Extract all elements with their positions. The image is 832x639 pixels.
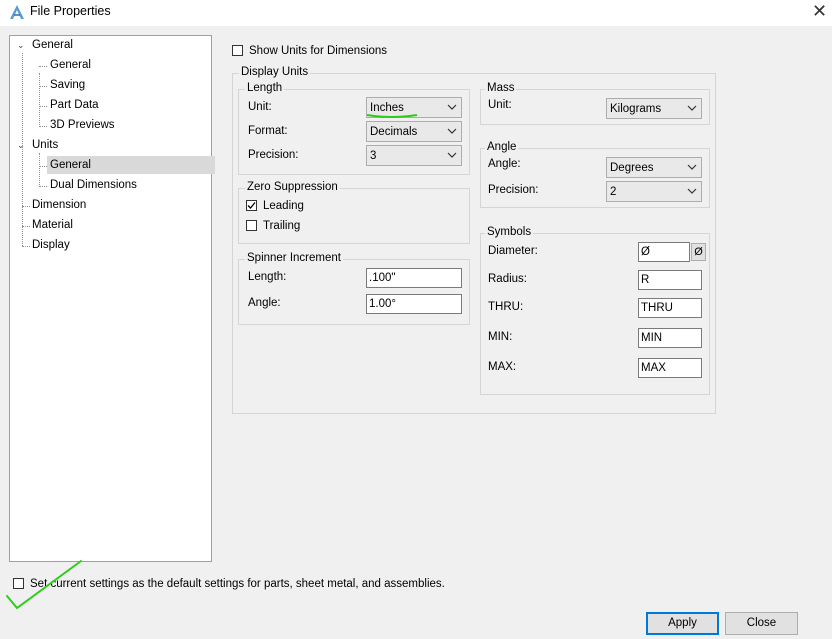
symbols-title: Symbols bbox=[485, 226, 534, 239]
angle-precision-dropdown[interactable]: 2 bbox=[606, 181, 702, 202]
tree-item-general[interactable]: General bbox=[32, 36, 73, 54]
tree-item-saving[interactable]: Saving bbox=[50, 76, 85, 94]
radius-input[interactable]: R bbox=[638, 270, 702, 290]
trailing-checkbox[interactable] bbox=[246, 220, 257, 231]
tree-item-general-general[interactable]: General bbox=[50, 56, 91, 74]
chevron-down-icon bbox=[687, 164, 697, 170]
settings-tree[interactable]: ⌄ General General Saving Part Data 3D Pr… bbox=[9, 35, 215, 562]
tree-item-display[interactable]: Display bbox=[32, 236, 70, 254]
chevron-down-icon bbox=[687, 105, 697, 111]
tree-connector bbox=[22, 226, 30, 227]
spinner-increment-title: Spinner Increment bbox=[245, 252, 343, 265]
radius-label: Radius: bbox=[488, 273, 527, 285]
angle-title: Angle bbox=[485, 141, 519, 154]
length-unit-label: Unit: bbox=[248, 101, 272, 113]
mass-title: Mass bbox=[485, 82, 517, 95]
tree-connector bbox=[39, 66, 47, 67]
leading-label: Leading bbox=[263, 200, 304, 212]
tree-connector bbox=[39, 106, 47, 107]
spinner-length-label: Length: bbox=[248, 271, 287, 283]
length-precision-value: 3 bbox=[370, 150, 377, 162]
length-precision-label: Precision: bbox=[248, 149, 299, 161]
tree-connector bbox=[22, 206, 30, 207]
zero-suppression-title: Zero Suppression bbox=[245, 181, 340, 194]
tree-connector bbox=[39, 126, 47, 127]
max-label: MAX: bbox=[488, 361, 517, 373]
tree-connector bbox=[39, 166, 47, 167]
show-units-checkbox[interactable] bbox=[232, 45, 243, 56]
tree-connector bbox=[22, 246, 30, 247]
angle-unit-dropdown[interactable]: Degrees bbox=[606, 157, 702, 178]
checkmark-icon bbox=[247, 202, 256, 209]
trailing-label: Trailing bbox=[263, 220, 301, 232]
max-input[interactable]: MAX bbox=[638, 358, 702, 378]
min-input[interactable]: MIN bbox=[638, 328, 702, 348]
green-underline-annotation bbox=[366, 114, 418, 118]
mass-unit-dropdown[interactable]: Kilograms bbox=[606, 98, 702, 119]
chevron-down-icon bbox=[447, 152, 457, 158]
close-button[interactable]: Close bbox=[725, 612, 798, 635]
tree-item-units[interactable]: Units bbox=[32, 136, 58, 154]
chevron-down-icon bbox=[447, 104, 457, 110]
angle-label: Angle: bbox=[488, 158, 521, 170]
tree-item-dimension[interactable]: Dimension bbox=[32, 196, 86, 214]
mass-unit-value: Kilograms bbox=[610, 103, 662, 115]
min-label: MIN: bbox=[488, 331, 513, 343]
apply-button[interactable]: Apply bbox=[646, 612, 719, 635]
default-settings-label: Set current settings as the default sett… bbox=[30, 578, 445, 590]
thru-input[interactable]: THRU bbox=[638, 298, 702, 318]
diameter-label: Diameter: bbox=[488, 245, 538, 257]
length-title: Length bbox=[245, 82, 285, 95]
chevron-down-icon bbox=[687, 188, 697, 194]
tree-item-part-data[interactable]: Part Data bbox=[50, 96, 99, 114]
title-bar bbox=[0, 0, 832, 26]
angle-precision-value: 2 bbox=[610, 186, 617, 198]
length-format-label: Format: bbox=[248, 125, 288, 137]
display-units-title: Display Units bbox=[239, 66, 311, 79]
zero-suppression-group bbox=[238, 188, 470, 244]
window-title: File Properties bbox=[30, 4, 111, 18]
thru-label: THRU: bbox=[488, 301, 524, 313]
length-format-value: Decimals bbox=[370, 126, 418, 138]
tree-connector bbox=[39, 86, 47, 87]
spinner-angle-input[interactable]: 1.00° bbox=[366, 294, 462, 314]
green-checkmark-annotation bbox=[6, 560, 82, 610]
angle-unit-value: Degrees bbox=[610, 162, 654, 174]
tree-item-units-general[interactable]: General bbox=[47, 156, 215, 174]
tree-item-3d-previews[interactable]: 3D Previews bbox=[50, 116, 115, 134]
mass-unit-label: Unit: bbox=[488, 99, 512, 111]
chevron-down-icon bbox=[447, 128, 457, 134]
chevron-down-icon[interactable]: ⌄ bbox=[17, 141, 26, 150]
app-logo-icon bbox=[10, 5, 24, 19]
chevron-down-icon[interactable]: ⌄ bbox=[17, 41, 26, 50]
show-units-label: Show Units for Dimensions bbox=[249, 45, 388, 57]
tree-item-dual-dimensions[interactable]: Dual Dimensions bbox=[50, 176, 137, 194]
tree-item-material[interactable]: Material bbox=[32, 216, 73, 234]
diameter-input[interactable]: Ø bbox=[638, 242, 690, 262]
length-format-dropdown[interactable]: Decimals bbox=[366, 121, 462, 142]
length-precision-dropdown[interactable]: 3 bbox=[366, 145, 462, 166]
close-icon[interactable]: ✕ bbox=[812, 1, 827, 21]
angle-precision-label: Precision: bbox=[488, 184, 539, 196]
tree-connector bbox=[39, 73, 40, 127]
spinner-angle-label: Angle: bbox=[248, 297, 281, 309]
tree-connector bbox=[39, 153, 40, 187]
leading-checkbox[interactable] bbox=[246, 200, 257, 211]
spinner-length-input[interactable]: .100" bbox=[366, 268, 462, 288]
tree-connector bbox=[39, 186, 47, 187]
diameter-symbol-button[interactable]: Ø bbox=[691, 243, 706, 261]
